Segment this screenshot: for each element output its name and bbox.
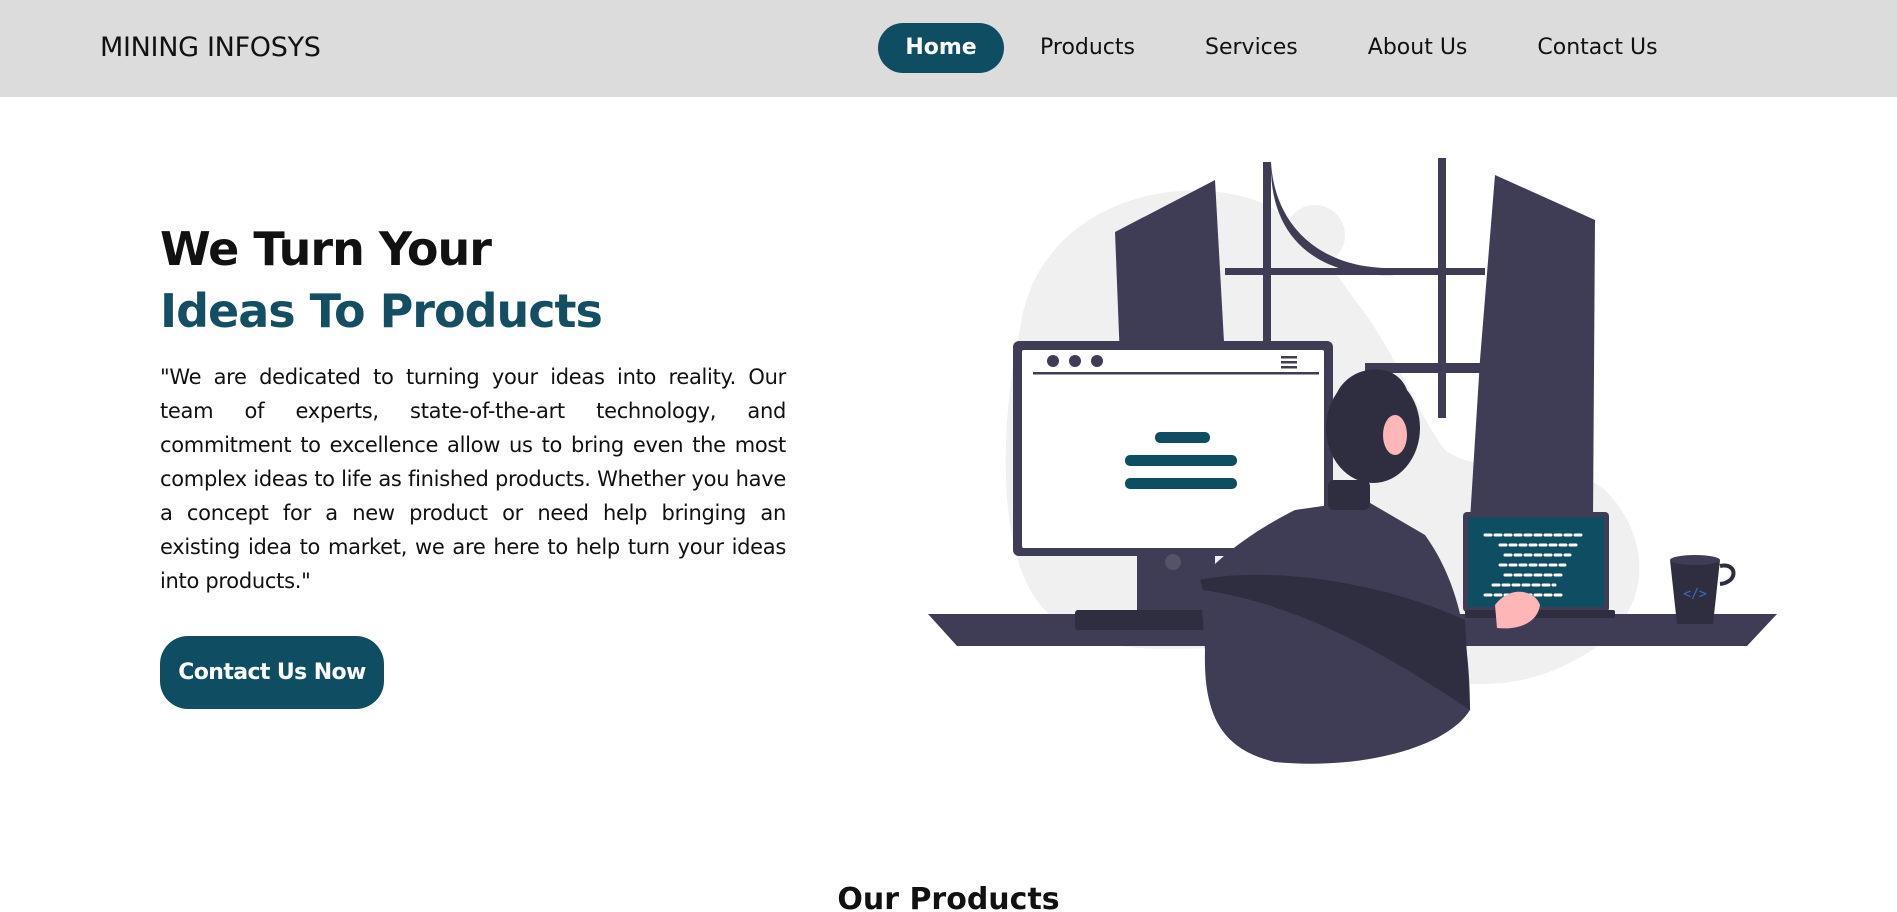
nav-products-link[interactable]: Products [1040, 23, 1135, 73]
nav-services-link[interactable]: Services [1205, 23, 1298, 73]
hero-title: We Turn Your Ideas To Products [160, 218, 603, 342]
hero-title-line1: We Turn Your [160, 222, 492, 276]
navbar: MINING INFOSYS Home Products Services Ab… [0, 0, 1897, 97]
nav-about-link[interactable]: About Us [1368, 23, 1468, 73]
svg-text:</>: </> [1683, 587, 1707, 602]
contact-us-now-button[interactable]: Contact Us Now [160, 636, 384, 709]
brand-logo[interactable]: MINING INFOSYS [100, 32, 321, 63]
nav-contact-link[interactable]: Contact Us [1537, 23, 1657, 73]
our-products-heading: Our Products [837, 882, 1060, 912]
nav-home-link[interactable]: Home [878, 23, 1004, 73]
main-nav: Home Products Services About Us Contact … [878, 23, 1658, 73]
hero-title-line2: Ideas To Products [160, 284, 603, 338]
hero-description: "We are dedicated to turning your ideas … [160, 365, 786, 593]
hero-illustration: </> [928, 158, 1777, 764]
